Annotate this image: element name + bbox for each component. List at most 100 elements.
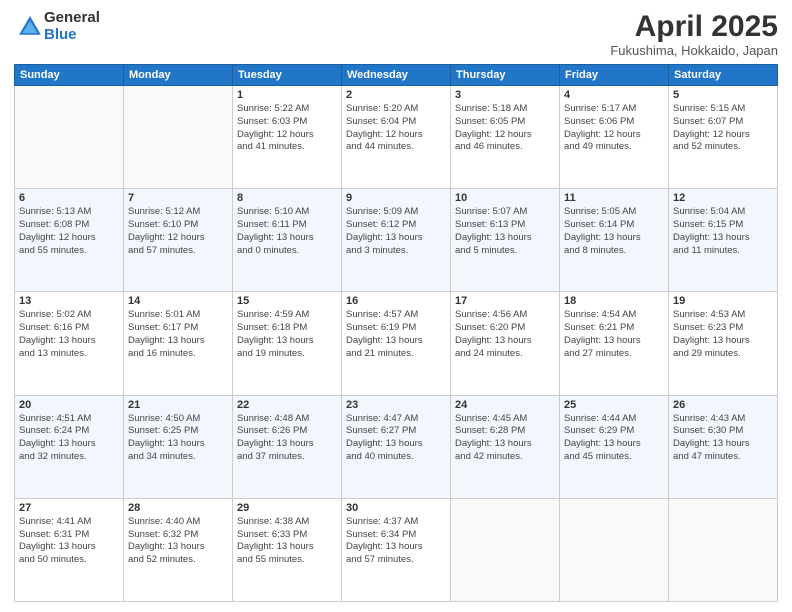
calendar-cell: 2 Sunrise: 5:20 AM Sunset: 6:04 PM Daylig… — [342, 86, 451, 189]
day-number: 14 — [128, 295, 228, 307]
day-info: Sunrise: 5:05 AM Sunset: 6:14 PM Dayligh… — [564, 206, 664, 257]
logo-blue-text: Blue — [44, 27, 100, 44]
day-info: Sunrise: 5:09 AM Sunset: 6:12 PM Dayligh… — [346, 206, 446, 257]
calendar-cell: 12Sunrise: 5:04 AM Sunset: 6:15 PM Dayli… — [669, 189, 778, 292]
day-info: Sunrise: 5:20 AM Sunset: 6:04 PM Dayligh… — [346, 103, 446, 154]
calendar-cell: 30Sunrise: 4:37 AM Sunset: 6:34 PM Dayli… — [342, 498, 451, 601]
day-number: 24 — [455, 399, 555, 411]
calendar-cell: 28 Sunrise: 4:40 AM Sunset: 6:32 PM Dayli… — [124, 498, 233, 601]
calendar-cell: 29Sunrise: 4:38 AM Sunset: 6:33 PM Dayli… — [233, 498, 342, 601]
calendar-header-row: SundayMondayTuesdayWednesdayThursdayFrid… — [15, 65, 778, 86]
calendar-cell: 22 Sunrise: 4:48 AM Sunset: 6:26 PM Dayli… — [233, 395, 342, 498]
location: Fukushima, Hokkaido, Japan — [610, 43, 778, 58]
day-number: 17 — [455, 295, 555, 307]
day-info: Sunrise: 5:10 AM Sunset: 6:11 PM Dayligh… — [237, 206, 337, 257]
weekday-header: Wednesday — [342, 65, 451, 86]
calendar-week-row: 20 Sunrise: 4:51 AM Sunset: 6:24 PM Dayli… — [15, 395, 778, 498]
day-info: Sunrise: 5:15 AM Sunset: 6:07 PM Dayligh… — [673, 103, 773, 154]
day-number: 26 — [673, 399, 773, 411]
header: General Blue April 2025 Fukushima, Hokka… — [14, 10, 778, 58]
day-number: 23 — [346, 399, 446, 411]
calendar-cell — [560, 498, 669, 601]
calendar-cell: 7Sunrise: 5:12 AM Sunset: 6:10 PM Daylig… — [124, 189, 233, 292]
weekday-header: Tuesday — [233, 65, 342, 86]
page: General Blue April 2025 Fukushima, Hokka… — [0, 0, 792, 612]
day-number: 25 — [564, 399, 664, 411]
day-number: 22 — [237, 399, 337, 411]
logo-icon — [16, 13, 44, 41]
day-info: Sunrise: 5:22 AM Sunset: 6:03 PM Dayligh… — [237, 103, 337, 154]
day-number: 3 — [455, 89, 555, 101]
day-number: 18 — [564, 295, 664, 307]
calendar-week-row: 27 Sunrise: 4:41 AM Sunset: 6:31 PM Dayli… — [15, 498, 778, 601]
logo-text: General Blue — [44, 10, 100, 43]
day-info: Sunrise: 4:43 AM Sunset: 6:30 PM Dayligh… — [673, 413, 773, 464]
calendar-cell: 26 Sunrise: 4:43 AM Sunset: 6:30 PM Dayli… — [669, 395, 778, 498]
day-info: Sunrise: 4:45 AM Sunset: 6:28 PM Dayligh… — [455, 413, 555, 464]
calendar-cell: 27 Sunrise: 4:41 AM Sunset: 6:31 PM Dayli… — [15, 498, 124, 601]
day-number: 1 — [237, 89, 337, 101]
weekday-header: Monday — [124, 65, 233, 86]
calendar-cell: 4 Sunrise: 5:17 AM Sunset: 6:06 PM Daylig… — [560, 86, 669, 189]
calendar-cell: 24 Sunrise: 4:45 AM Sunset: 6:28 PM Dayli… — [451, 395, 560, 498]
calendar-cell — [124, 86, 233, 189]
calendar-cell: 3 Sunrise: 5:18 AM Sunset: 6:05 PM Daylig… — [451, 86, 560, 189]
calendar-cell: 16 Sunrise: 4:57 AM Sunset: 6:19 PM Dayli… — [342, 292, 451, 395]
day-number: 28 — [128, 502, 228, 514]
day-number: 4 — [564, 89, 664, 101]
day-info: Sunrise: 4:37 AM Sunset: 6:34 PM Dayligh… — [346, 516, 446, 567]
day-number: 11 — [564, 192, 664, 204]
day-info: Sunrise: 5:07 AM Sunset: 6:13 PM Dayligh… — [455, 206, 555, 257]
day-number: 16 — [346, 295, 446, 307]
day-info: Sunrise: 4:59 AM Sunset: 6:18 PM Dayligh… — [237, 309, 337, 360]
day-number: 2 — [346, 89, 446, 101]
title-section: April 2025 Fukushima, Hokkaido, Japan — [610, 10, 778, 58]
day-info: Sunrise: 4:56 AM Sunset: 6:20 PM Dayligh… — [455, 309, 555, 360]
day-info: Sunrise: 5:13 AM Sunset: 6:08 PM Dayligh… — [19, 206, 119, 257]
calendar-table: SundayMondayTuesdayWednesdayThursdayFrid… — [14, 64, 778, 602]
day-info: Sunrise: 4:57 AM Sunset: 6:19 PM Dayligh… — [346, 309, 446, 360]
day-number: 5 — [673, 89, 773, 101]
weekday-header: Friday — [560, 65, 669, 86]
day-info: Sunrise: 4:40 AM Sunset: 6:32 PM Dayligh… — [128, 516, 228, 567]
day-info: Sunrise: 4:41 AM Sunset: 6:31 PM Dayligh… — [19, 516, 119, 567]
calendar-cell: 11 Sunrise: 5:05 AM Sunset: 6:14 PM Dayli… — [560, 189, 669, 292]
day-number: 27 — [19, 502, 119, 514]
calendar-week-row: 13 Sunrise: 5:02 AM Sunset: 6:16 PM Dayli… — [15, 292, 778, 395]
calendar-week-row: 1 Sunrise: 5:22 AM Sunset: 6:03 PM Daylig… — [15, 86, 778, 189]
day-number: 8 — [237, 192, 337, 204]
calendar-week-row: 6 Sunrise: 5:13 AM Sunset: 6:08 PM Daylig… — [15, 189, 778, 292]
logo: General Blue — [14, 10, 100, 43]
calendar-cell: 9 Sunrise: 5:09 AM Sunset: 6:12 PM Daylig… — [342, 189, 451, 292]
calendar-cell: 14Sunrise: 5:01 AM Sunset: 6:17 PM Dayli… — [124, 292, 233, 395]
day-number: 13 — [19, 295, 119, 307]
day-number: 20 — [19, 399, 119, 411]
day-number: 9 — [346, 192, 446, 204]
day-info: Sunrise: 4:53 AM Sunset: 6:23 PM Dayligh… — [673, 309, 773, 360]
day-number: 6 — [19, 192, 119, 204]
calendar-cell: 13 Sunrise: 5:02 AM Sunset: 6:16 PM Dayli… — [15, 292, 124, 395]
calendar-cell: 5 Sunrise: 5:15 AM Sunset: 6:07 PM Daylig… — [669, 86, 778, 189]
month-title: April 2025 — [610, 10, 778, 43]
calendar-cell: 1 Sunrise: 5:22 AM Sunset: 6:03 PM Daylig… — [233, 86, 342, 189]
day-number: 7 — [128, 192, 228, 204]
day-info: Sunrise: 4:48 AM Sunset: 6:26 PM Dayligh… — [237, 413, 337, 464]
day-info: Sunrise: 5:17 AM Sunset: 6:06 PM Dayligh… — [564, 103, 664, 154]
day-info: Sunrise: 5:18 AM Sunset: 6:05 PM Dayligh… — [455, 103, 555, 154]
day-info: Sunrise: 4:50 AM Sunset: 6:25 PM Dayligh… — [128, 413, 228, 464]
day-number: 21 — [128, 399, 228, 411]
logo-general-text: General — [44, 10, 100, 27]
day-info: Sunrise: 4:51 AM Sunset: 6:24 PM Dayligh… — [19, 413, 119, 464]
calendar-cell: 15 Sunrise: 4:59 AM Sunset: 6:18 PM Dayli… — [233, 292, 342, 395]
calendar-cell: 19Sunrise: 4:53 AM Sunset: 6:23 PM Dayli… — [669, 292, 778, 395]
calendar-cell — [451, 498, 560, 601]
weekday-header: Sunday — [15, 65, 124, 86]
calendar-cell: 23Sunrise: 4:47 AM Sunset: 6:27 PM Dayli… — [342, 395, 451, 498]
calendar-cell — [669, 498, 778, 601]
day-number: 15 — [237, 295, 337, 307]
day-number: 10 — [455, 192, 555, 204]
day-info: Sunrise: 5:02 AM Sunset: 6:16 PM Dayligh… — [19, 309, 119, 360]
calendar-cell: 18Sunrise: 4:54 AM Sunset: 6:21 PM Dayli… — [560, 292, 669, 395]
day-info: Sunrise: 4:38 AM Sunset: 6:33 PM Dayligh… — [237, 516, 337, 567]
calendar-cell: 6 Sunrise: 5:13 AM Sunset: 6:08 PM Daylig… — [15, 189, 124, 292]
